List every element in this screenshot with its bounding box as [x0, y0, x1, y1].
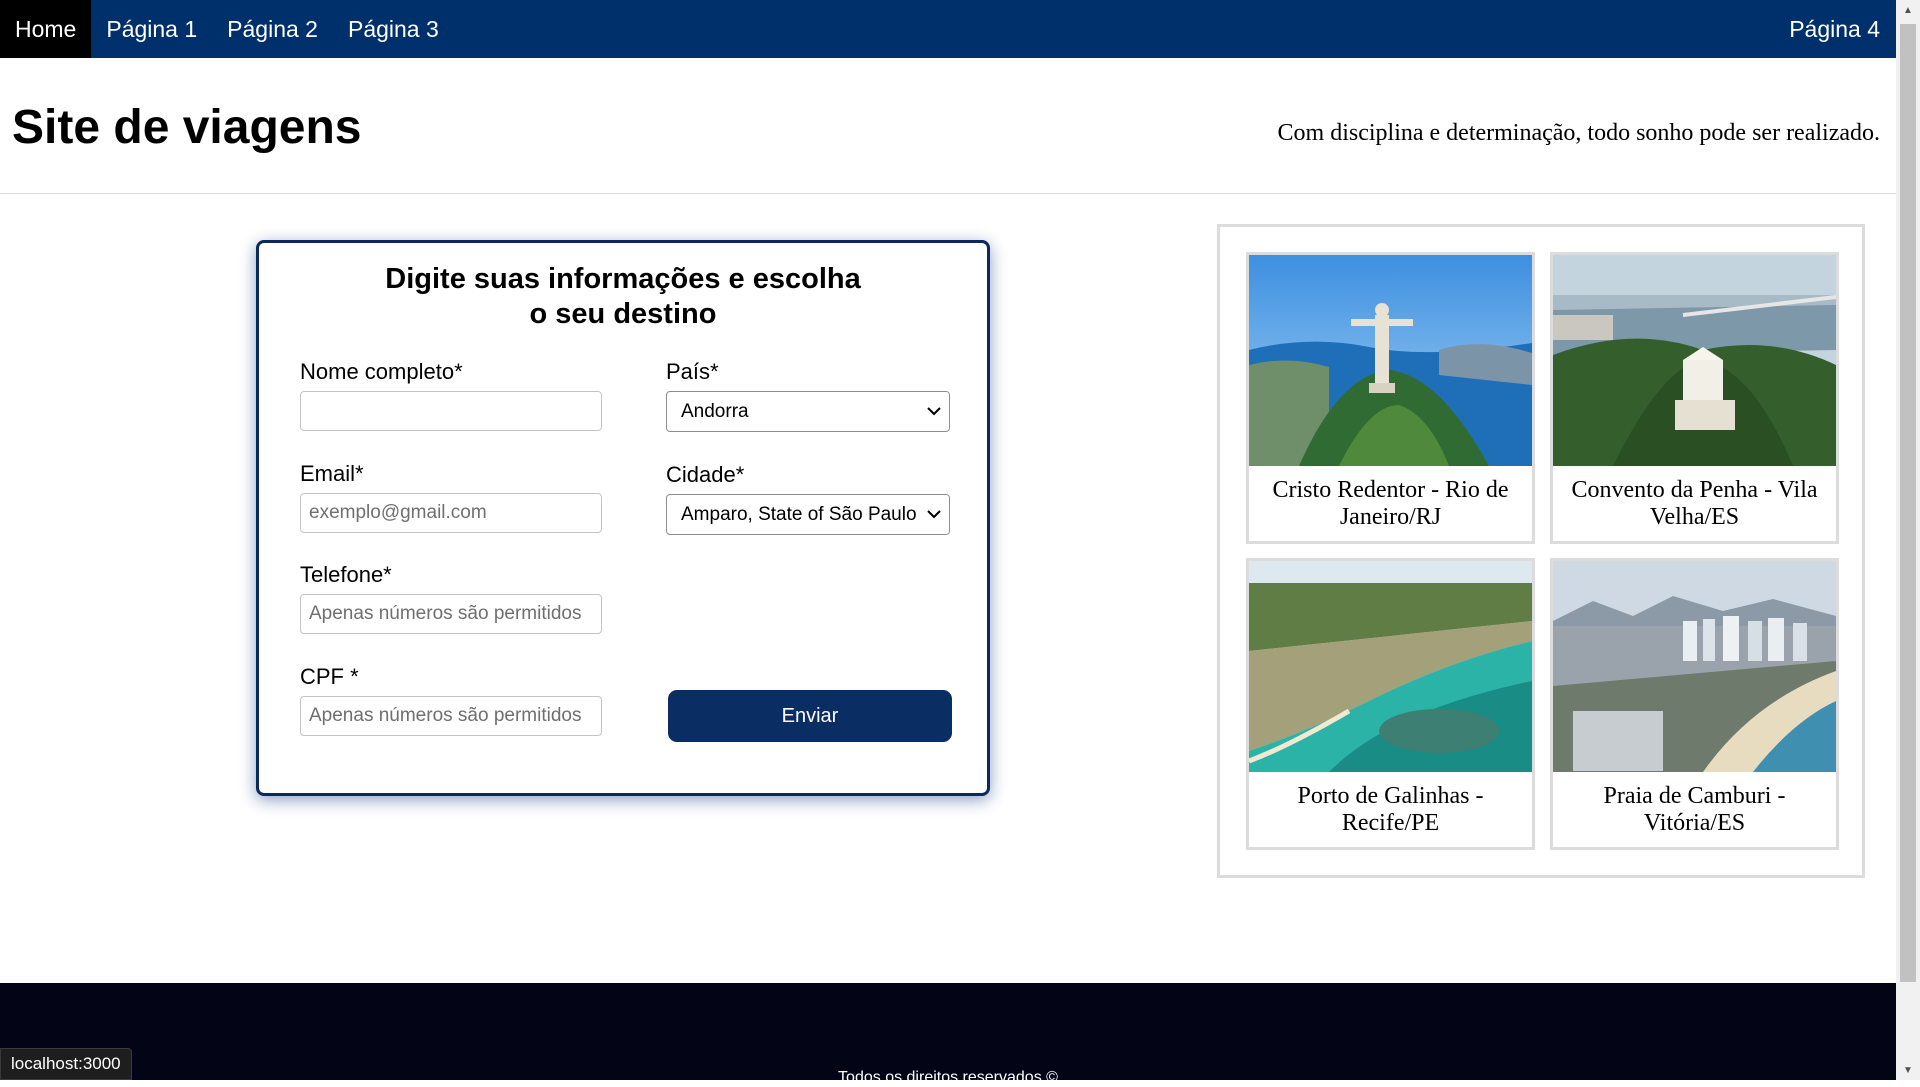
status-url: localhost:3000	[0, 1048, 132, 1080]
destination-card: Convento da Penha - Vila Velha/ES	[1550, 252, 1839, 544]
vertical-scrollbar[interactable]: ▲ ▼	[1896, 0, 1920, 1080]
top-navbar: Home Página 1 Página 2 Página 3 Página 4	[0, 0, 1896, 58]
destination-caption: Convento da Penha - Vila Velha/ES	[1571, 476, 1818, 530]
country-label: País*	[666, 359, 719, 384]
phone-input[interactable]	[300, 594, 602, 634]
city-select-value: Amparo, State of São Paulo	[681, 503, 917, 525]
city-beach-photo	[1553, 561, 1836, 772]
phone-label: Telefone*	[300, 562, 392, 587]
destination-caption: Cristo Redentor - Rio de Janeiro/RJ	[1272, 476, 1509, 530]
chevron-down-icon	[919, 495, 949, 534]
beach-reef-photo	[1249, 561, 1532, 772]
nav-pagina-2[interactable]: Página 2	[212, 0, 333, 58]
destination-caption: Porto de Galinhas - Recife/PE	[1297, 782, 1484, 836]
footer-text: Todos os direitos reservados ©	[838, 1069, 1058, 1086]
convent-photo	[1553, 255, 1836, 466]
cpf-input[interactable]	[300, 696, 602, 736]
cpf-label: CPF *	[300, 664, 359, 689]
destinations-gallery: Cristo Redentor - Rio de Janeiro/RJ Conv…	[1217, 224, 1865, 878]
site-title: Site de viagens	[12, 101, 362, 154]
scroll-thumb[interactable]	[1900, 24, 1916, 982]
nav-pagina-1[interactable]: Página 1	[91, 0, 212, 58]
name-input[interactable]	[300, 391, 602, 431]
country-select-value: Andorra	[681, 400, 749, 422]
scroll-up-icon[interactable]: ▲	[1896, 0, 1920, 20]
chevron-down-icon	[919, 392, 949, 431]
page-header: Site de viagens Com disciplina e determi…	[0, 58, 1896, 194]
name-label: Nome completo*	[300, 359, 463, 384]
nav-pagina-4[interactable]: Página 4	[1774, 0, 1896, 58]
nav-home[interactable]: Home	[0, 0, 92, 58]
form-title-line-1: Digite suas informações e escolha	[385, 263, 861, 295]
country-select[interactable]: Andorra	[666, 391, 950, 432]
scroll-down-icon[interactable]: ▼	[1896, 1060, 1920, 1080]
email-input[interactable]	[300, 493, 602, 533]
submit-button[interactable]: Enviar	[668, 690, 952, 742]
tagline: Com disciplina e determinação, todo sonh…	[1277, 120, 1880, 146]
destination-card: Praia de Camburi - Vitória/ES	[1550, 558, 1839, 850]
page-footer: Todos os direitos reservados ©	[0, 983, 1896, 1086]
form-title-line-2: o seu destino	[529, 298, 717, 330]
destination-caption: Praia de Camburi - Vitória/ES	[1603, 782, 1786, 836]
city-label: Cidade*	[666, 462, 745, 487]
destination-card: Porto de Galinhas - Recife/PE	[1246, 558, 1535, 850]
nav-pagina-3[interactable]: Página 3	[333, 0, 454, 58]
email-label: Email*	[300, 461, 364, 486]
form-title: Digite suas informações e escolha o seu …	[259, 262, 987, 332]
city-select[interactable]: Amparo, State of São Paulo	[666, 494, 950, 535]
christ-redeemer-photo	[1249, 255, 1532, 466]
destination-form: Digite suas informações e escolha o seu …	[256, 240, 990, 796]
destination-card: Cristo Redentor - Rio de Janeiro/RJ	[1246, 252, 1535, 544]
